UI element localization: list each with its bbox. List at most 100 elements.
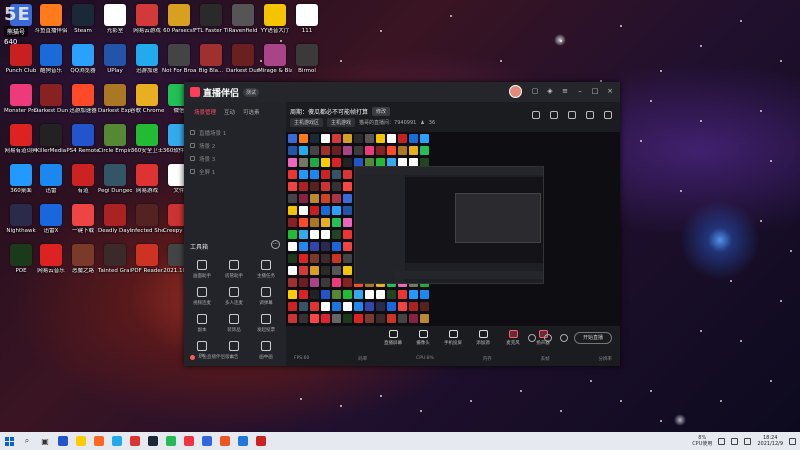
desktop-icon[interactable]: KillerMedia: [34, 124, 68, 164]
desktop-icon[interactable]: Monster Prom: [4, 84, 38, 124]
network-icon[interactable]: [718, 437, 726, 445]
toolbox-item[interactable]: 副本: [186, 314, 218, 333]
desktop-icon[interactable]: 111: [290, 4, 324, 44]
start-button[interactable]: [0, 432, 18, 450]
taskbar-app[interactable]: [216, 432, 234, 450]
taskbar-app[interactable]: [144, 432, 162, 450]
taskbar-app[interactable]: [54, 432, 72, 450]
desktop-icon[interactable]: Pegi Dungeon: [98, 164, 132, 204]
desktop-icon[interactable]: 网易云音乐: [34, 244, 68, 284]
menu-icon[interactable]: ≡: [561, 87, 569, 95]
clock[interactable]: 18:24 2021/12/9: [757, 435, 783, 447]
edit-title-button[interactable]: 修改: [372, 107, 391, 116]
desktop-icon[interactable]: Darkest Dungeon: [226, 44, 260, 84]
desktop-icon[interactable]: 网易云游戏: [130, 4, 164, 44]
scene-item[interactable]: 直播场景 1: [190, 126, 280, 139]
toolbox-item[interactable]: 房管助手: [218, 260, 250, 279]
bag-icon[interactable]: [586, 111, 594, 119]
maximize-icon[interactable]: □: [591, 87, 599, 95]
minimize-icon[interactable]: –: [576, 87, 584, 95]
desktop-icon[interactable]: 迅雷X: [34, 204, 68, 244]
desktop-icon[interactable]: PDF Reader: [130, 244, 164, 284]
desktop-icon[interactable]: PS4 Remote: [66, 124, 100, 164]
desktop-icon[interactable]: Darkest Dungeon®: [34, 84, 68, 124]
notification-icon[interactable]: [789, 437, 796, 445]
taskbar-app[interactable]: [108, 432, 126, 450]
task-view-icon[interactable]: ▣: [36, 432, 54, 450]
desktop-icon[interactable]: 360桌面: [4, 164, 38, 204]
desktop-icon[interactable]: 60 Parsecs!: [162, 4, 196, 44]
taskbar-app[interactable]: [180, 432, 198, 450]
desktop-icon[interactable]: Nighthawk: [4, 204, 38, 244]
taskbar-app[interactable]: [90, 432, 108, 450]
toolbox-item[interactable]: 多人连麦: [218, 287, 250, 306]
tab-2[interactable]: 可选素: [243, 108, 260, 116]
desktop-icon[interactable]: Ravenfield: [226, 4, 260, 44]
desktop-icon[interactable]: 恶魔之路: [66, 244, 100, 284]
desktop-icon[interactable]: QQ浏览器: [66, 44, 100, 84]
ime-icon[interactable]: [744, 437, 752, 445]
desktop-icon[interactable]: Tainted Grail Conquest: [98, 244, 132, 284]
desktop-icon[interactable]: 光影室: [98, 4, 132, 44]
desktop-icon[interactable]: Steam: [66, 4, 100, 44]
layout-icon[interactable]: [532, 111, 540, 119]
scene-item[interactable]: 场景 3: [190, 152, 280, 165]
source-control-button[interactable]: 摄像头: [414, 330, 432, 346]
message-icon[interactable]: ▢: [531, 87, 539, 95]
search-icon[interactable]: ⌕: [18, 432, 36, 450]
taskbar-app[interactable]: [126, 432, 144, 450]
toolbox-more-icon[interactable]: ⋯: [271, 240, 280, 249]
toolbox-item[interactable]: 调弹幕: [250, 287, 282, 306]
desktop-icon[interactable]: 迅游加速: [130, 44, 164, 84]
record-icon[interactable]: [550, 111, 558, 119]
desktop-icon[interactable]: Big Bla...: [194, 44, 228, 84]
source-control-button[interactable]: 麦克风: [504, 330, 522, 346]
app-titlebar[interactable]: 直播伴侣 测试 ▢ ◈ ≡ – □ ×: [184, 82, 620, 102]
desktop-icon[interactable]: 迅游加速器: [66, 84, 100, 124]
gear-icon[interactable]: [560, 334, 568, 342]
toolbox-item[interactable]: 画中画: [250, 341, 282, 360]
toolbox-item[interactable]: 画面助手: [186, 260, 218, 279]
desktop-icon[interactable]: 360安全卫士: [130, 124, 164, 164]
desktop-icon[interactable]: UPlay: [98, 44, 132, 84]
desktop-icon[interactable]: POE: [4, 244, 38, 284]
desktop-icon[interactable]: Deadly Days: [98, 204, 132, 244]
desktop-icon[interactable]: 一键下载: [66, 204, 100, 244]
source-control-button[interactable]: 手机投屏: [444, 330, 462, 346]
tab-1[interactable]: 互动: [224, 108, 235, 116]
desktop-icon[interactable]: FTL Faster Than Light: [194, 4, 228, 44]
desktop-icon[interactable]: 有道: [66, 164, 100, 204]
settings-icon[interactable]: ◈: [546, 87, 554, 95]
taskbar-app[interactable]: [72, 432, 90, 450]
taskbar-app[interactable]: [198, 432, 216, 450]
taskbar-app[interactable]: [162, 432, 180, 450]
toolbox-item[interactable]: 装饰品: [218, 314, 250, 333]
toolbox-item[interactable]: 视频连麦: [186, 287, 218, 306]
desktop-icon[interactable]: 网易有道词典: [4, 124, 38, 164]
toolbox-item[interactable]: 发起投票: [250, 314, 282, 333]
start-live-button[interactable]: 开始直播: [574, 332, 612, 344]
close-icon[interactable]: ×: [606, 87, 614, 95]
desktop-icon[interactable]: Darkest Expedition: [98, 84, 132, 124]
desktop-icon[interactable]: Infected Shelter: [130, 204, 164, 244]
desktop-icon[interactable]: Not For Broadcast: [162, 44, 196, 84]
taskbar-app[interactable]: [234, 432, 252, 450]
desktop-icon[interactable]: 迅雷: [34, 164, 68, 204]
desktop-icon[interactable]: Birmol: [290, 44, 324, 84]
room-subcategory[interactable]: 主机游戏: [327, 118, 356, 127]
source-control-button[interactable]: 直播屏幕: [384, 330, 402, 346]
gift-icon[interactable]: [568, 111, 576, 119]
scene-item[interactable]: 场景 2: [190, 139, 280, 152]
volume-icon[interactable]: [731, 437, 739, 445]
share-icon[interactable]: [604, 111, 612, 119]
live-app-window[interactable]: 直播伴侣 测试 ▢ ◈ ≡ – □ × 场景管理 互动 可选素 直播场景 1 场景 2…: [184, 82, 620, 366]
toolbox-item[interactable]: 主播任务: [250, 260, 282, 279]
eye-icon[interactable]: [544, 334, 552, 342]
desktop-icon[interactable]: Circle Empires: [98, 124, 132, 164]
desktop-icon[interactable]: 网易游戏: [130, 164, 164, 204]
tab-0[interactable]: 场景管理: [194, 108, 216, 116]
room-category[interactable]: 主机游戏区: [290, 118, 324, 127]
camera-icon[interactable]: [528, 334, 536, 342]
scene-item[interactable]: 全屏 1: [190, 165, 280, 178]
live-preview[interactable]: [286, 132, 620, 326]
